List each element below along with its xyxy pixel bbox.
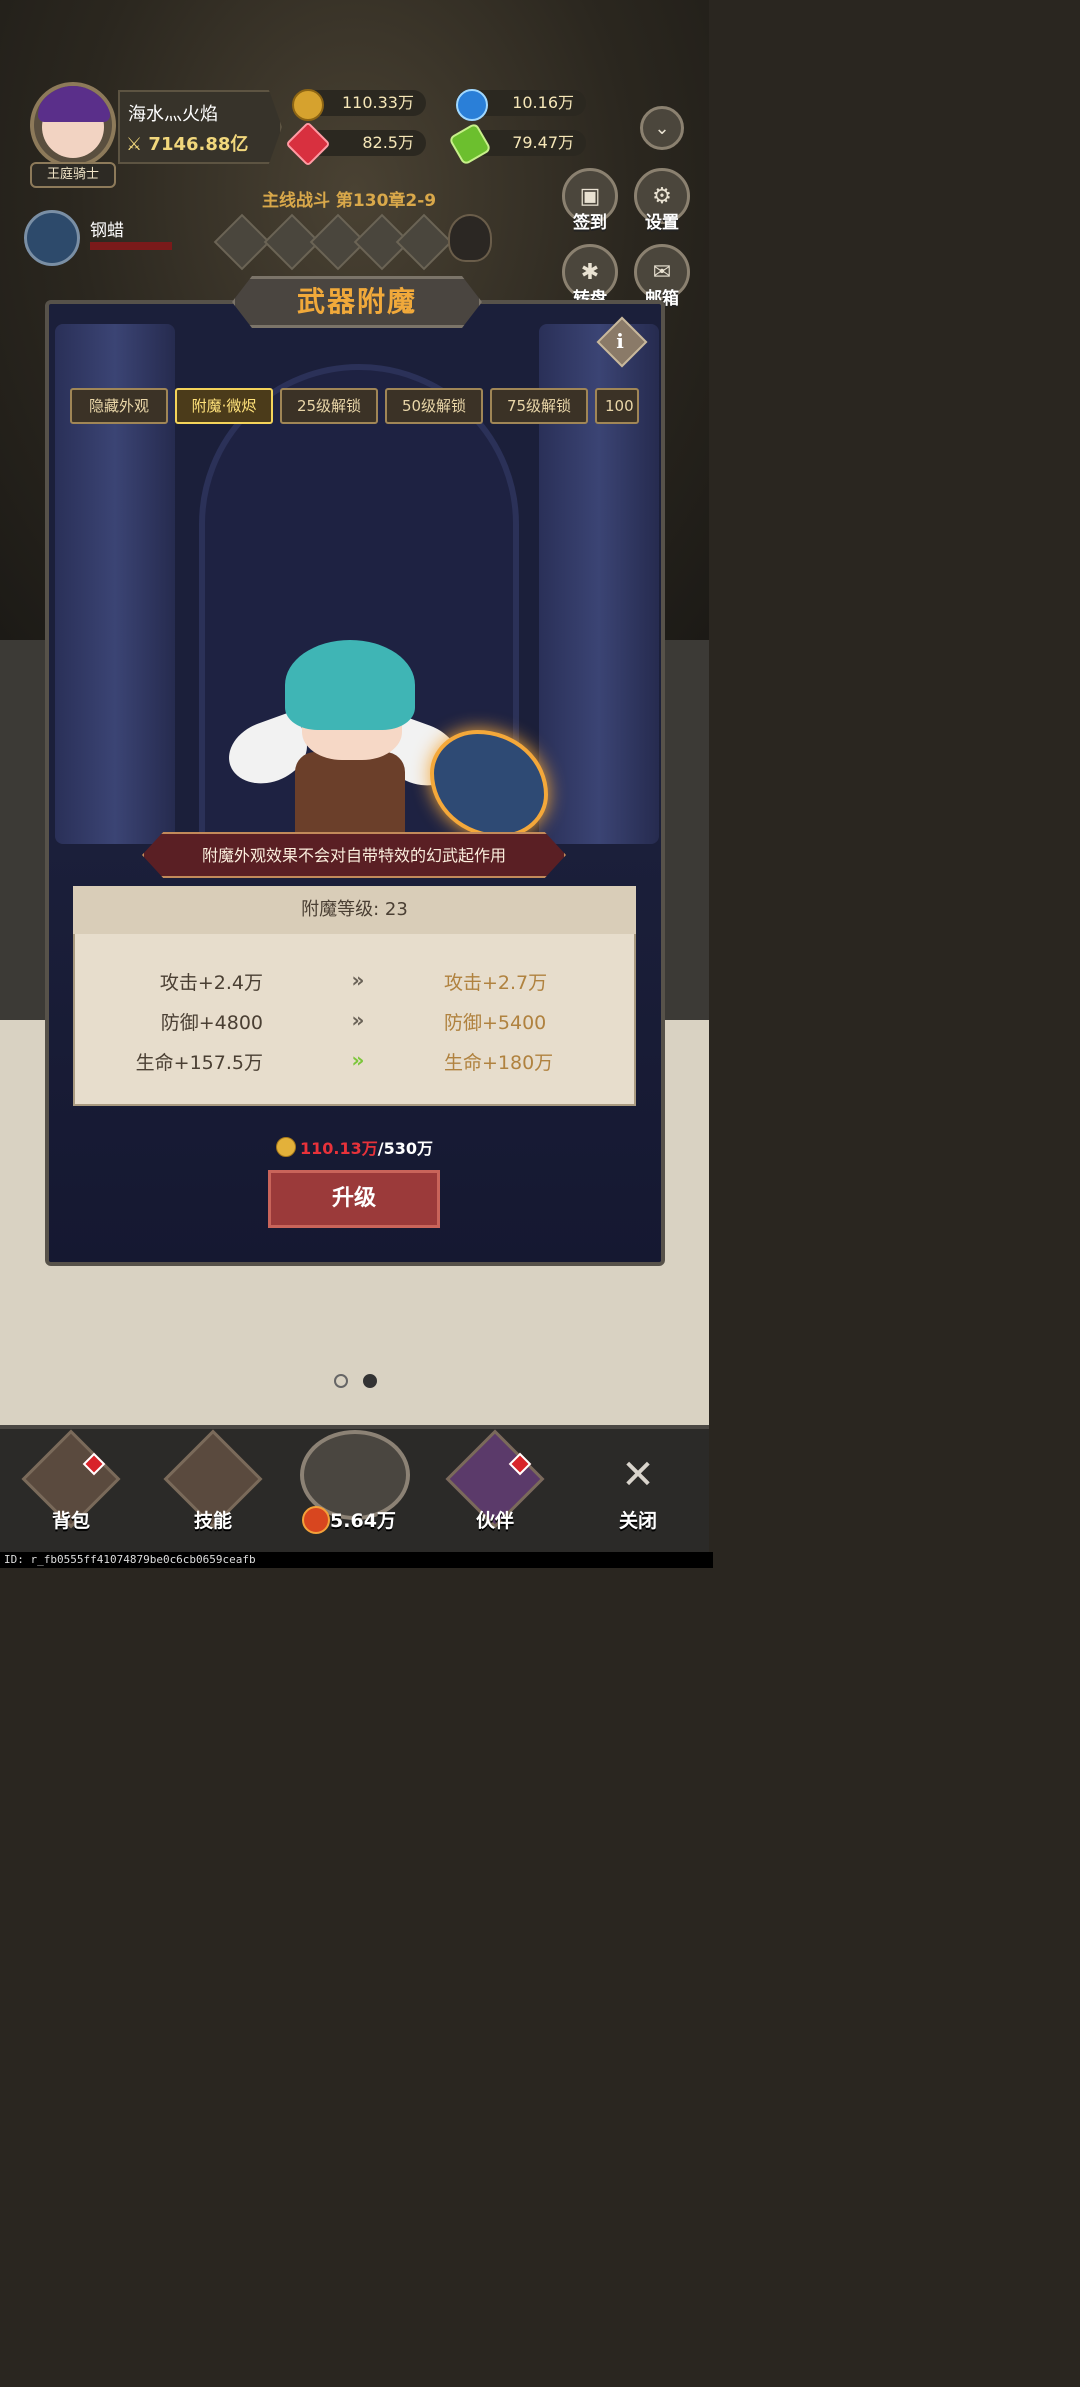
pet-health-bar (90, 242, 172, 250)
upgrade-arrow-icon: » (351, 1008, 365, 1032)
collapse-menu-button[interactable]: ⌄ (640, 106, 684, 150)
tab-unlock-100[interactable]: 100级 (595, 388, 639, 424)
nav-skills[interactable]: 技能 (168, 1506, 258, 1533)
tab-unlock-75[interactable]: 75级解锁 (490, 388, 588, 424)
player-name: 海水灬火焰 (128, 104, 218, 125)
nav-close[interactable]: 关闭 (593, 1506, 683, 1533)
gold-coin-icon (292, 89, 324, 121)
tab-unlock-25[interactable]: 25级解锁 (280, 388, 378, 424)
tab-enchant-ember[interactable]: 附魔·微烬 (175, 388, 273, 424)
swords-icon: ⚔ (126, 134, 143, 155)
pet-name: 钢蜡 (90, 221, 124, 241)
stat-next-health: 生命+180万 (444, 1052, 554, 1074)
debug-id: ID: r_fb0555ff41074879be0c6cb0659ceafb (0, 1552, 713, 1568)
close-icon[interactable]: ✕ (614, 1452, 662, 1498)
gold-coin-icon (276, 1137, 296, 1157)
hero-body (295, 752, 405, 842)
envelope-icon: ✉ (652, 259, 672, 285)
upgrade-arrow-icon: » (351, 968, 365, 992)
upgrade-arrow-icon: » (351, 1048, 365, 1072)
stat-next-attack: 攻击+2.7万 (444, 972, 548, 994)
blue-gem-icon (456, 89, 488, 121)
tab-hide-appearance[interactable]: 隐藏外观 (70, 388, 168, 424)
stage-title: 主线战斗 第130章2-9 (262, 191, 437, 211)
upgrade-cost: 110.13万/530万 (0, 1135, 709, 1159)
enchant-level: 附魔等级: 23 (73, 886, 636, 934)
modal-title: 武器附魔 (232, 276, 482, 328)
wheel-icon: ✱ (580, 259, 600, 285)
enchant-notice: 附魔外观效果不会对自带特效的幻武起作用 (142, 832, 566, 878)
stat-current-attack: 攻击+2.4万 (159, 972, 263, 994)
stat-current-health: 生命+157.5万 (135, 1052, 263, 1074)
nav-partner[interactable]: 伙伴 (450, 1506, 540, 1533)
calendar-icon: ▣ (579, 183, 601, 209)
cost-have: 110.13万 (300, 1139, 378, 1158)
cost-need: /530万 (377, 1139, 433, 1158)
combat-power: ⚔ 7146.88亿 (126, 130, 248, 156)
boss-icon[interactable] (448, 214, 492, 262)
chevron-down-icon: ⌄ (654, 117, 670, 139)
stat-current-defense: 防御+4800 (160, 1012, 263, 1034)
page-indicator-dot[interactable] (334, 1374, 348, 1388)
combat-power-value: 7146.88亿 (148, 134, 249, 155)
center-value: 5.64万 (330, 1510, 396, 1532)
stat-next-defense: 防御+5400 (444, 1012, 547, 1034)
tab-unlock-50[interactable]: 50级解锁 (385, 388, 483, 424)
pet-avatar[interactable] (24, 210, 80, 266)
player-avatar[interactable] (30, 82, 116, 168)
upgrade-button[interactable]: 升级 (268, 1170, 440, 1228)
info-icon: i (616, 329, 624, 353)
gear-icon: ⚙ (652, 183, 672, 209)
settings-label: 设置 (645, 213, 679, 233)
avatar-hair (38, 86, 110, 122)
player-rank: 王庭骑士 (30, 162, 116, 188)
hero-hair (285, 640, 415, 730)
page-indicator-dot-active[interactable] (363, 1374, 377, 1388)
nav-bag[interactable]: 背包 (26, 1506, 116, 1533)
checkin-label: 签到 (573, 213, 607, 233)
